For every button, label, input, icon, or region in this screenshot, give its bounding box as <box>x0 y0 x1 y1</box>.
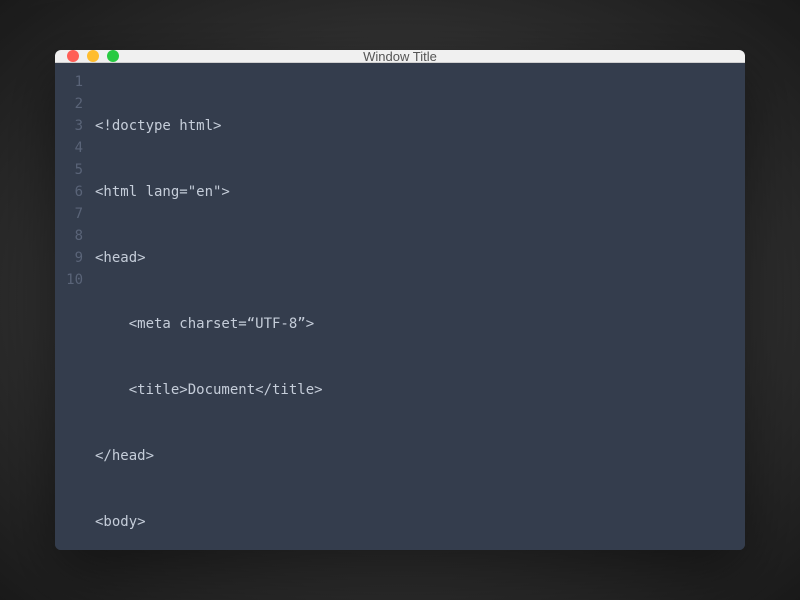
code-editor[interactable]: 1 2 3 4 5 6 7 8 9 10 <!doctype html> <ht… <box>55 63 745 550</box>
line-number: 7 <box>55 203 83 225</box>
traffic-lights <box>55 50 119 62</box>
code-line[interactable]: </head> <box>95 445 745 467</box>
maximize-icon[interactable] <box>107 50 119 62</box>
line-number: 8 <box>55 225 83 247</box>
code-line[interactable]: <meta charset=“UTF-8”> <box>95 313 745 335</box>
code-line[interactable]: <html lang="en"> <box>95 181 745 203</box>
code-line[interactable]: <title>Document</title> <box>95 379 745 401</box>
line-number: 4 <box>55 137 83 159</box>
code-line[interactable]: <head> <box>95 247 745 269</box>
code-content[interactable]: <!doctype html> <html lang="en"> <head> … <box>95 71 745 550</box>
line-number: 6 <box>55 181 83 203</box>
code-line[interactable]: <body> <box>95 511 745 533</box>
line-number: 3 <box>55 115 83 137</box>
window-title: Window Title <box>55 50 745 64</box>
line-number: 2 <box>55 93 83 115</box>
line-number-gutter: 1 2 3 4 5 6 7 8 9 10 <box>55 71 95 550</box>
window-titlebar[interactable]: Window Title <box>55 50 745 63</box>
close-icon[interactable] <box>67 50 79 62</box>
line-number: 5 <box>55 159 83 181</box>
line-number: 1 <box>55 71 83 93</box>
editor-window: Window Title 1 2 3 4 5 6 7 8 9 10 <!doct… <box>55 50 745 550</box>
minimize-icon[interactable] <box>87 50 99 62</box>
code-line[interactable]: <!doctype html> <box>95 115 745 137</box>
line-number: 9 <box>55 247 83 269</box>
line-number: 10 <box>55 269 83 291</box>
